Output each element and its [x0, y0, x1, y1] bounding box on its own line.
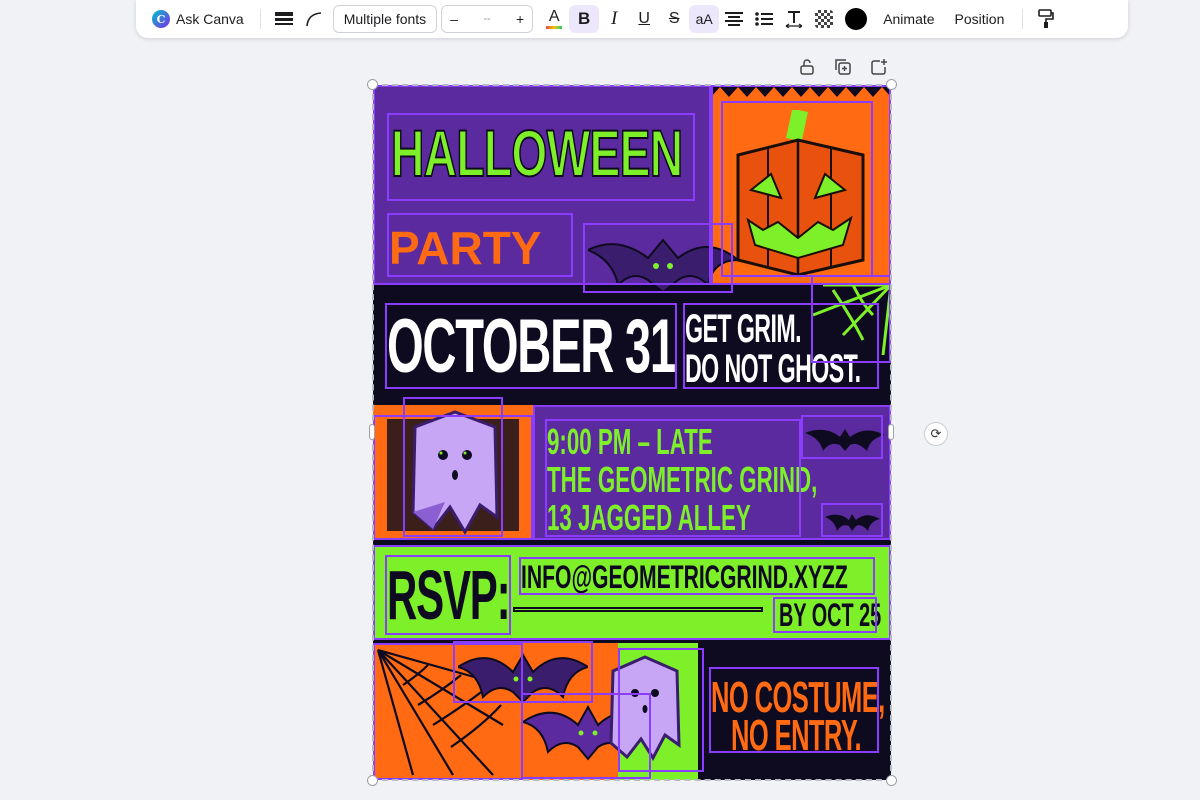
- line-weight-button[interactable]: [269, 5, 299, 33]
- line-weight-icon: [274, 12, 293, 25]
- strikethrough-button[interactable]: S: [659, 5, 689, 33]
- list-button[interactable]: [749, 5, 779, 33]
- selection-box: [709, 667, 879, 753]
- halloween-poster[interactable]: HALLOWEEN PARTY OCTOBER 31 GET GRIM. DO …: [373, 85, 891, 780]
- text-color-bar: [546, 26, 563, 29]
- color-swatch-icon: [845, 8, 868, 30]
- selection-box: [545, 419, 801, 537]
- align-button[interactable]: [719, 5, 749, 33]
- resize-handle-bottom-right[interactable]: [886, 775, 897, 786]
- page-actions: [796, 56, 890, 78]
- position-button[interactable]: Position: [945, 5, 1015, 33]
- letter-case-button[interactable]: aA: [689, 5, 720, 33]
- font-family-select[interactable]: Multiple fonts: [332, 5, 438, 33]
- font-family-value: Multiple fonts: [343, 11, 427, 27]
- rotate-icon: ⟳: [930, 426, 942, 441]
- selection-box: [683, 303, 879, 389]
- canva-logo-icon: C: [152, 10, 170, 28]
- text-toolbar: C Ask Canva Multiple fonts – -- + A B I …: [136, 0, 1128, 38]
- spacing-button[interactable]: [779, 5, 809, 33]
- duplicate-icon: [835, 59, 851, 75]
- text-color-button[interactable]: A: [539, 5, 569, 33]
- selection-box: [821, 503, 883, 537]
- color-button[interactable]: [839, 5, 873, 33]
- ask-canva-label: Ask Canva: [176, 11, 244, 27]
- transparency-button[interactable]: [809, 5, 839, 33]
- add-page-icon: [871, 59, 887, 75]
- add-page-button[interactable]: [868, 56, 890, 78]
- selection-box: [387, 113, 695, 201]
- resize-handle-bottom-left[interactable]: [367, 775, 378, 786]
- transparency-icon: [815, 10, 834, 28]
- toolbar-divider: [1022, 9, 1024, 29]
- selection-box: [519, 557, 875, 595]
- italic-button[interactable]: I: [599, 5, 629, 33]
- selection-box: [721, 101, 873, 277]
- resize-handle-top-left[interactable]: [367, 79, 378, 90]
- toolbar-divider: [259, 9, 261, 29]
- align-center-icon: [725, 12, 744, 26]
- lock-page-button[interactable]: [796, 56, 818, 78]
- paint-roller-icon: [1038, 9, 1055, 28]
- font-size-input[interactable]: --: [483, 13, 490, 25]
- lock-icon: [800, 59, 814, 75]
- selection-box: [618, 648, 704, 772]
- text-color-letter: A: [548, 8, 560, 25]
- rotate-handle[interactable]: ⟳: [924, 422, 948, 446]
- resize-handle-right[interactable]: [888, 424, 894, 440]
- resize-handle-top-right[interactable]: [886, 79, 897, 90]
- animate-button[interactable]: Animate: [873, 5, 944, 33]
- font-size-stepper[interactable]: – -- +: [441, 5, 534, 33]
- selection-box: [385, 303, 677, 389]
- duplicate-page-button[interactable]: [832, 56, 854, 78]
- selection-box: [387, 213, 573, 277]
- curve-icon: [305, 12, 321, 27]
- selection-box: [773, 597, 877, 633]
- font-size-decrease-button[interactable]: –: [450, 11, 458, 27]
- resize-handle-left[interactable]: [369, 424, 375, 440]
- selection-box: [385, 555, 511, 635]
- copy-style-button[interactable]: [1031, 5, 1061, 33]
- ask-canva-button[interactable]: C Ask Canva: [144, 5, 252, 33]
- curve-text-button[interactable]: [299, 5, 329, 33]
- text-spacing-icon: [785, 11, 803, 28]
- font-size-increase-button[interactable]: +: [516, 11, 524, 27]
- selection-box: [403, 397, 503, 537]
- underline-button[interactable]: U: [629, 5, 659, 33]
- selection-box: [801, 415, 883, 459]
- bullet-list-icon: [755, 12, 774, 26]
- bold-button[interactable]: B: [569, 5, 600, 33]
